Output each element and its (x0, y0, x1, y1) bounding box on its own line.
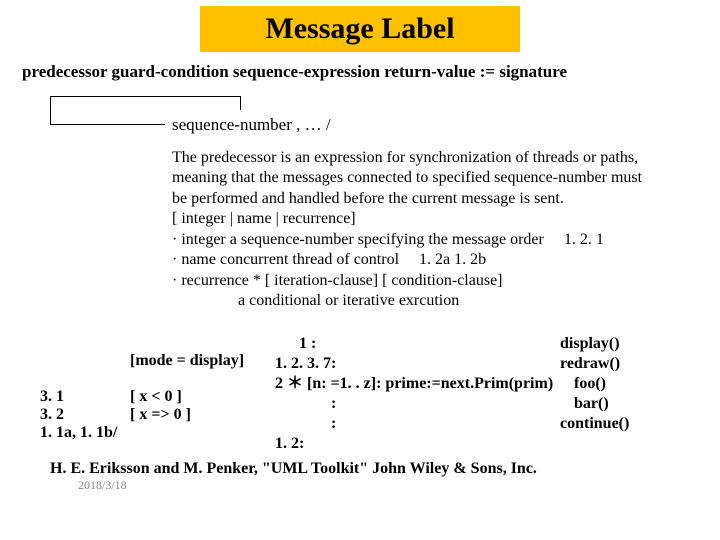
para-text: · name concurrent thread of control (172, 251, 399, 268)
example-row: 3. 2 [ x => 0 ] (40, 406, 191, 424)
para-text: · integer a sequence-number specifying t… (172, 231, 544, 248)
ex-guard: [ x => 0 ] (130, 406, 191, 424)
ex-mid-line: 1 : (275, 334, 553, 354)
syntax-line: predecessor guard-condition sequence-exp… (22, 62, 567, 82)
slide-title-box: Message Label (200, 6, 520, 52)
para-line: The predecessor is an expression for syn… (172, 148, 700, 168)
example-row: 3. 1 [ x < 0 ] (40, 388, 191, 406)
para-line: a conditional or iterative exrcution (238, 291, 700, 311)
footer-date: 2018/3/18 (78, 478, 127, 493)
example-row: 1. 1a, 1. 1b/ (40, 424, 191, 442)
ex-mid-line: 2 ＊ [n: =1. . z]: prime:=next.Prim(prim) (275, 374, 553, 394)
ex-call: continue() (560, 414, 629, 434)
ex-mid-line: 1. 2. 3. 7: (275, 354, 553, 374)
ex-mid-line: : (275, 394, 553, 414)
ex-call: foo() (560, 374, 629, 394)
ex-seq: 3. 1 (40, 388, 130, 406)
sequence-number-label: sequence-number , … / (172, 115, 331, 135)
ex-mid-line: 1. 2: (275, 434, 553, 454)
bracket-bottom (50, 124, 165, 125)
description-block: The predecessor is an expression for syn… (172, 148, 700, 312)
ex-call: display() (560, 334, 629, 354)
ex-call: redraw() (560, 354, 629, 374)
ex-seq: 1. 1a, 1. 1b/ (40, 424, 117, 442)
ex-seq: 3. 2 (40, 406, 130, 424)
ex-mid-line: : (275, 414, 553, 434)
para-line: meaning that the messages connected to s… (172, 168, 700, 188)
para-line: [ integer | name | recurrence] (172, 209, 700, 229)
para-line: · integer a sequence-number specifying t… (172, 230, 700, 250)
para-line: be performed and handled before the curr… (172, 189, 700, 209)
para-line: · name concurrent thread of control 1. 2… (172, 250, 700, 270)
bracket-left-v (50, 96, 51, 124)
mode-guard: [mode = display] (130, 352, 244, 370)
para-line: · recurrence * [ iteration-clause] [ con… (172, 271, 700, 291)
right-examples: display() redraw() foo() bar() continue(… (560, 334, 629, 434)
ex-guard: [ x < 0 ] (130, 388, 182, 406)
ex-call: bar() (560, 394, 629, 414)
middle-examples: 1 : 1. 2. 3. 7: 2 ＊ [n: =1. . z]: prime:… (275, 334, 553, 454)
bracket-right-v (240, 96, 241, 110)
slide-title: Message Label (265, 12, 454, 46)
para-example: 1. 2. 1 (564, 231, 604, 248)
para-example: 1. 2a 1. 2b (419, 251, 486, 268)
citation: H. E. Eriksson and M. Penker, "UML Toolk… (50, 460, 537, 478)
bracket-top (50, 96, 240, 97)
left-examples: 3. 1 [ x < 0 ] 3. 2 [ x => 0 ] 1. 1a, 1.… (40, 388, 191, 442)
